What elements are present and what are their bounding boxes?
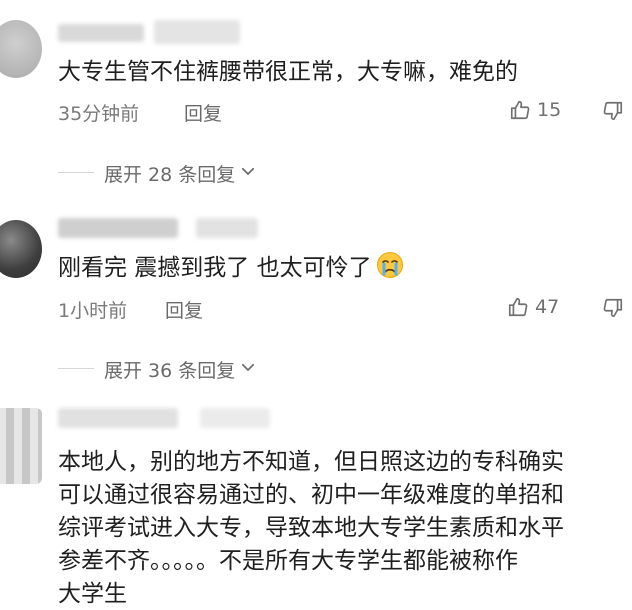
expand-replies-label: 展开 28 条回复 xyxy=(104,164,236,186)
username-blurred xyxy=(58,408,178,428)
dislike-button[interactable] xyxy=(602,100,624,122)
thumbs-down-icon xyxy=(602,297,624,319)
comment-text-content: 刚看完 震撼到我了 也太可怜了 xyxy=(58,255,372,281)
comment-line: 大学生 xyxy=(58,581,127,607)
comment-time: 35分钟前 xyxy=(58,103,140,125)
username-blurred xyxy=(154,20,240,44)
crying-face-emoji-icon xyxy=(376,251,404,288)
expand-replies-button[interactable]: 展开 28 条回复 xyxy=(104,160,257,187)
thumbs-up-icon xyxy=(507,296,529,318)
like-button[interactable]: 47 xyxy=(507,296,559,318)
dislike-button[interactable] xyxy=(602,297,624,319)
avatar[interactable] xyxy=(0,20,42,78)
chevron-down-icon xyxy=(239,358,257,381)
like-count: 15 xyxy=(537,99,562,121)
comment-line: 综评考试进入大专，导致本地大专学生素质和水平 xyxy=(58,515,564,541)
username-blurred xyxy=(196,218,258,238)
username-blurred xyxy=(58,218,178,238)
expand-replies-label: 展开 36 条回复 xyxy=(104,360,236,382)
expand-replies-button[interactable]: 展开 36 条回复 xyxy=(104,356,257,383)
thumbs-up-icon xyxy=(509,99,531,121)
chevron-down-icon xyxy=(239,162,257,185)
divider xyxy=(58,172,94,173)
comment-line: 本地人，别的地方不知道，但日照这边的专科确实 xyxy=(58,449,564,475)
thumbs-down-icon xyxy=(602,100,624,122)
like-count: 47 xyxy=(535,296,560,318)
avatar[interactable] xyxy=(0,408,42,484)
avatar[interactable] xyxy=(0,220,42,278)
username-blurred xyxy=(200,408,270,428)
comment-line: 可以通过很容易通过的、初中一年级难度的单招和 xyxy=(58,482,564,508)
comment-time: 1小时前 xyxy=(58,300,128,322)
comment-line: 参差不齐。。。。。不是所有大专学生都能被称作 xyxy=(58,548,518,574)
reply-button[interactable]: 回复 xyxy=(165,296,203,323)
reply-button[interactable]: 回复 xyxy=(184,99,222,126)
comment-text: 刚看完 震撼到我了 也太可怜了 xyxy=(58,251,404,288)
comment-text: 大专生管不住裤腰带很正常，大专嘛，难免的 xyxy=(58,59,518,85)
like-button[interactable]: 15 xyxy=(509,99,561,121)
divider xyxy=(58,368,94,369)
username-blurred xyxy=(58,24,144,42)
